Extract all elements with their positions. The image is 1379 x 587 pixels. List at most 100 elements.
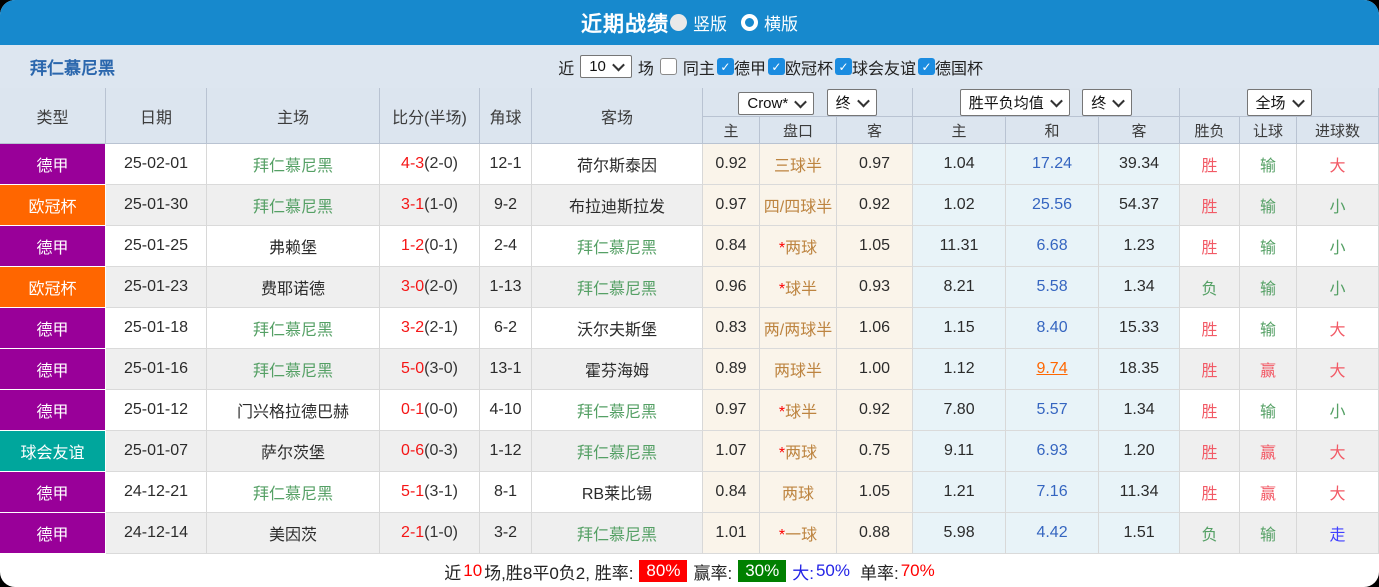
odds-home: 0.84: [703, 472, 760, 513]
league-checkbox-ucl[interactable]: [767, 58, 785, 75]
handicap-value: 三球半: [773, 158, 822, 175]
goals-result: 大: [1297, 349, 1379, 390]
league-checkbox-bundesliga[interactable]: [716, 58, 734, 75]
horizontal-layout-label[interactable]: 横版: [764, 10, 798, 35]
avg-win: 7.80: [913, 390, 1007, 431]
home-team: 美因茨: [207, 513, 380, 554]
odds-home: 0.83: [703, 308, 760, 349]
chevron-down-icon: [612, 58, 625, 72]
handicap-result: 输: [1240, 390, 1298, 431]
match-row: 德甲 25-01-16 拜仁慕尼黑 5-0(3-0) 13-1 霍芬海姆 0.8…: [0, 349, 1379, 390]
col-header-away: 客场: [532, 88, 703, 144]
odds-away: 0.88: [837, 513, 914, 554]
avg-draw: 25.56: [1032, 196, 1073, 213]
sub-header-handicap-result: 让球: [1240, 117, 1298, 144]
match-date: 25-01-18: [106, 308, 207, 349]
big-rate-value: 50%: [815, 561, 850, 580]
handicap-value: 球半: [785, 281, 818, 298]
horizontal-layout-radio[interactable]: [741, 14, 758, 31]
same-home-checkbox[interactable]: [659, 58, 677, 75]
odds-home: 1.01: [703, 513, 760, 554]
avg-draw: 6.93: [1036, 442, 1068, 459]
avg-draw-cell: 17.24: [1006, 144, 1100, 185]
odds-time-value: 终: [835, 94, 851, 112]
match-row: 球会友谊 25-01-07 萨尔茨堡 0-6(0-3) 1-12 拜仁慕尼黑 1…: [0, 431, 1379, 472]
avg-win: 5.98: [913, 513, 1007, 554]
odds-away: 0.92: [837, 185, 914, 226]
score-cell: 3-1(1-0): [380, 185, 480, 226]
league-label-dfb-pokal: 德国杯: [934, 60, 983, 78]
avg-draw: 4.42: [1036, 524, 1068, 541]
col-header-score: 比分(半场): [380, 88, 480, 144]
avg-lose: 1.34: [1099, 390, 1181, 431]
avg-lose: 1.51: [1099, 513, 1181, 554]
league-label-friendly: 球会友谊: [851, 60, 916, 78]
avg-win: 1.15: [913, 308, 1007, 349]
col-header-corners: 角球: [480, 88, 532, 144]
league-type-badge: 德甲: [0, 513, 106, 554]
league-checkbox-dfb-pokal[interactable]: [917, 58, 935, 75]
sub-header-avg-draw: 和: [1006, 117, 1100, 144]
avg-draw: 5.57: [1036, 401, 1068, 418]
odds-home: 1.07: [703, 431, 760, 472]
vertical-layout-radio[interactable]: [670, 14, 687, 31]
odds-away: 1.00: [837, 349, 914, 390]
league-type-badge: 德甲: [0, 349, 106, 390]
avg-lose: 1.23: [1099, 226, 1181, 267]
league-type-badge: 德甲: [0, 226, 106, 267]
avg-type-select[interactable]: 胜平负均值: [959, 88, 1070, 116]
recent-count-select[interactable]: 10: [580, 55, 632, 78]
away-team: 拜仁慕尼黑: [532, 513, 703, 554]
win-lose-result: 胜: [1180, 390, 1241, 431]
avg-type-value: 胜平负均值: [968, 94, 1044, 112]
corners: 4-10: [480, 390, 532, 431]
match-row: 德甲 25-01-18 拜仁慕尼黑 3-2(2-1) 6-2 沃尔夫斯堡 0.8…: [0, 308, 1379, 349]
chevron-down-icon: [794, 95, 808, 108]
away-team: 拜仁慕尼黑: [532, 267, 703, 308]
chevron-down-icon: [856, 94, 870, 107]
home-team: 拜仁慕尼黑: [207, 308, 380, 349]
avg-win: 11.31: [913, 226, 1007, 267]
chevron-down-icon: [1291, 94, 1305, 107]
match-row: 德甲 25-01-25 弗赖堡 1-2(0-1) 2-4 拜仁慕尼黑 0.84 …: [0, 226, 1379, 267]
handicap-value: 四/四球半: [763, 199, 833, 216]
odds-time-select[interactable]: 终: [826, 88, 877, 116]
handicap-rate-label: 赢率:: [693, 563, 733, 583]
full-time-score: 3-0: [401, 278, 425, 295]
handicap-result: 赢: [1240, 349, 1298, 390]
avg-win: 1.21: [913, 472, 1007, 513]
handicap-result: 赢: [1240, 472, 1298, 513]
single-rate-value: 70%: [900, 561, 935, 580]
handicap-result: 输: [1240, 267, 1298, 308]
half-time-score: (0-0): [424, 401, 458, 418]
avg-time-value: 终: [1091, 94, 1107, 112]
vertical-layout-label[interactable]: 竖版: [693, 10, 727, 35]
sub-header-goals: 进球数: [1297, 117, 1379, 144]
goals-result: 小: [1297, 185, 1379, 226]
league-checkbox-friendly[interactable]: [834, 58, 852, 75]
avg-draw-cell: 8.40: [1006, 308, 1100, 349]
half-time-score: (1-0): [424, 196, 458, 213]
win-rate-badge: 80%: [639, 560, 688, 582]
half-time-score: (3-1): [424, 483, 458, 500]
same-home-label: 同主: [682, 60, 715, 78]
odds-away: 1.05: [837, 226, 914, 267]
avg-draw[interactable]: 9.74: [1036, 360, 1067, 377]
bookmaker-select[interactable]: Crow*: [738, 91, 815, 115]
avg-lose: 15.33: [1099, 308, 1181, 349]
avg-draw: 6.68: [1036, 237, 1068, 254]
away-team: 布拉迪斯拉发: [532, 185, 703, 226]
odds-away: 0.92: [837, 390, 914, 431]
away-team: 拜仁慕尼黑: [532, 431, 703, 472]
win-lose-result: 胜: [1180, 226, 1241, 267]
handicap-value: 一球: [785, 527, 818, 544]
avg-time-select[interactable]: 终: [1082, 88, 1133, 116]
sub-header-avg-lose: 客: [1099, 117, 1181, 144]
odds-away: 0.75: [837, 431, 914, 472]
home-team: 弗赖堡: [207, 226, 380, 267]
avg-group-header: 胜平负均值 终: [913, 88, 1181, 117]
period-select[interactable]: 全场: [1246, 88, 1312, 116]
full-time-score: 5-1: [401, 483, 425, 500]
corners: 1-12: [480, 431, 532, 472]
half-time-score: (0-1): [424, 237, 458, 254]
